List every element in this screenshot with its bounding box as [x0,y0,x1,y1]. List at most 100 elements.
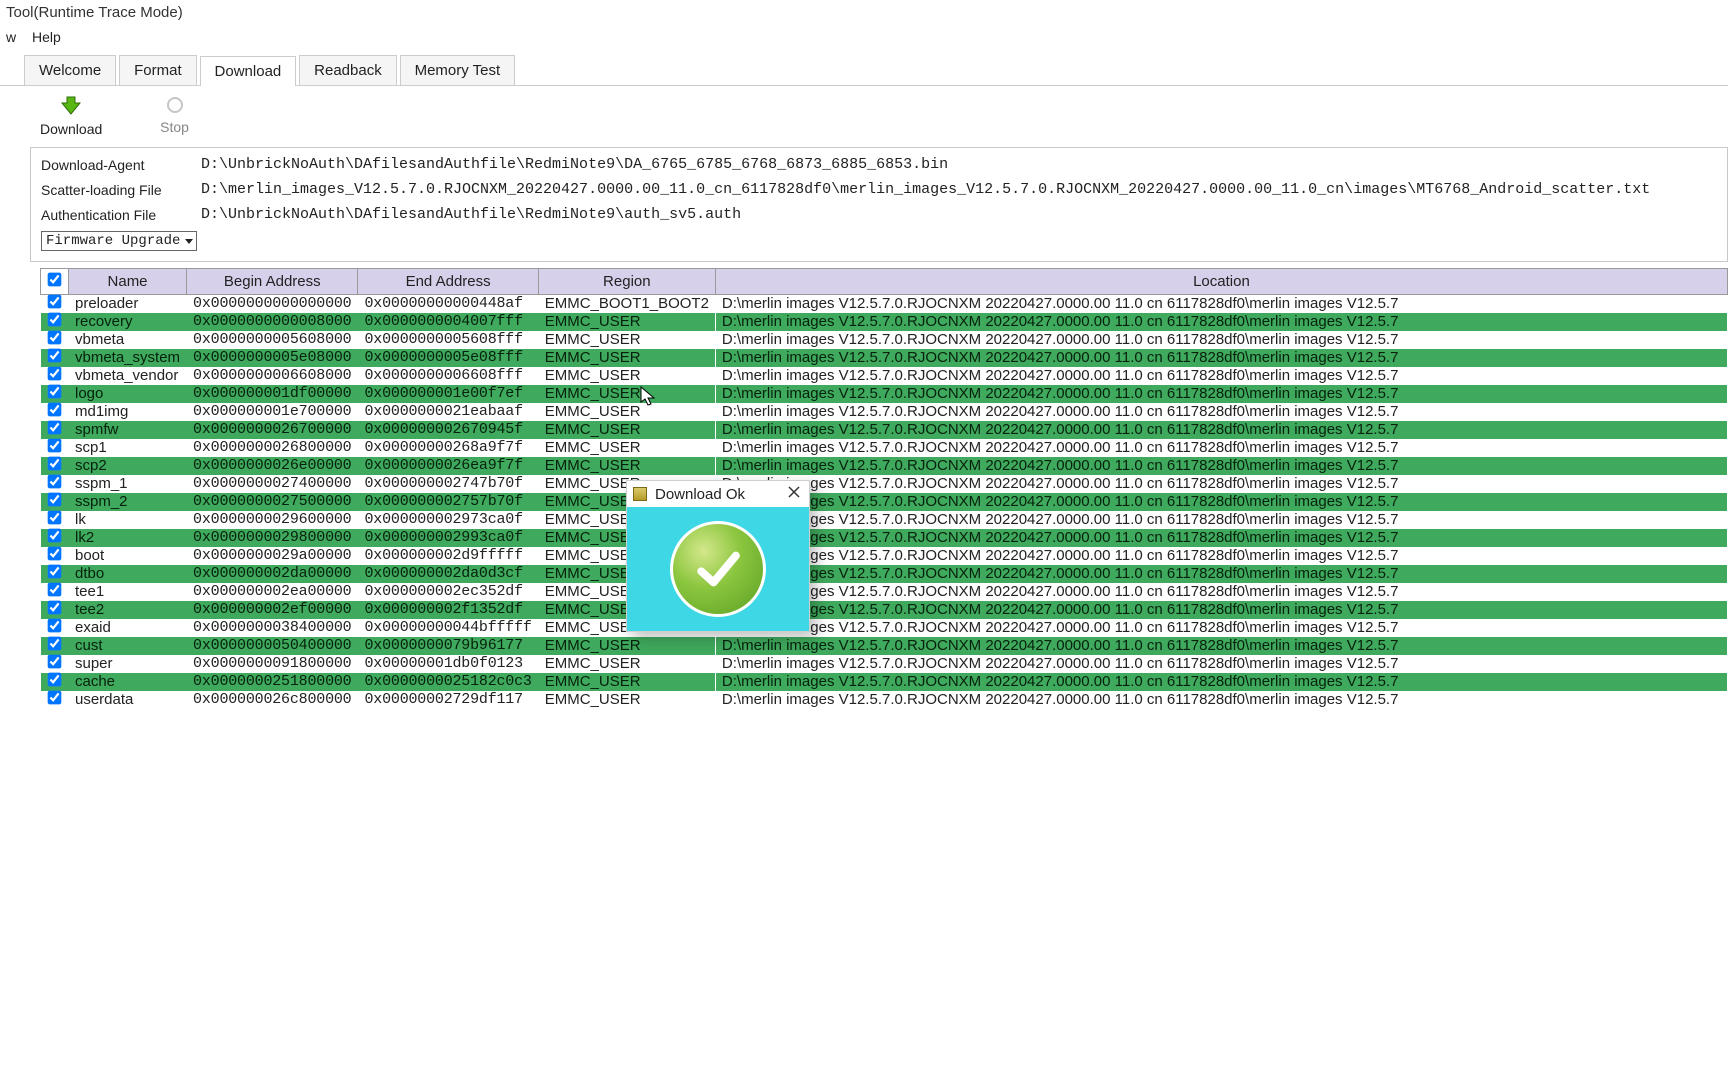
cell-location: D:\merlin images V12.5.7.0.RJOCNXM 20220… [715,691,1727,709]
table-row[interactable]: logo0x000000001df000000x000000001e00f7ef… [41,385,1728,403]
table-row[interactable]: spmfw0x00000000267000000x000000002670945… [41,421,1728,439]
col-location[interactable]: Location [715,269,1727,295]
row-checkbox[interactable] [41,637,69,655]
table-row[interactable]: tee20x000000002ef000000x000000002f1352df… [41,601,1728,619]
row-checkbox[interactable] [41,331,69,349]
cell-begin: 0x000000002ef00000 [187,601,358,619]
table-row[interactable]: vbmeta_vendor0x00000000066080000x0000000… [41,367,1728,385]
cell-end: 0x0000000079b96177 [358,637,538,655]
menu-item-help[interactable]: Help [32,29,61,45]
cell-name: sspm_2 [69,493,187,511]
row-checkbox[interactable] [41,565,69,583]
cell-location: D:\merlin images V12.5.7.0.RJOCNXM 20220… [715,349,1727,367]
table-row[interactable]: cache0x00000002518000000x0000000025182c0… [41,673,1728,691]
row-checkbox[interactable] [41,583,69,601]
row-checkbox[interactable] [41,655,69,673]
stop-button: Stop [160,96,189,135]
row-checkbox[interactable] [41,295,69,314]
cell-begin: 0x0000000000008000 [187,313,358,331]
table-row[interactable]: recovery0x00000000000080000x000000000400… [41,313,1728,331]
table-row[interactable]: vbmeta0x00000000056080000x0000000005608f… [41,331,1728,349]
scatter-file-value[interactable]: D:\merlin_images_V12.5.7.0.RJOCNXM_20220… [197,181,1717,198]
row-checkbox[interactable] [41,511,69,529]
row-checkbox[interactable] [41,385,69,403]
table-row[interactable]: lk0x00000000296000000x000000002973ca0fEM… [41,511,1728,529]
col-begin[interactable]: Begin Address [187,269,358,295]
dialog-body [627,507,809,631]
cell-location: D:\merlin images V12.5.7.0.RJOCNXM 20220… [715,385,1727,403]
table-row[interactable]: scp20x0000000026e000000x0000000026ea9f7f… [41,457,1728,475]
cell-region: EMMC_USER [538,655,715,673]
table-row[interactable]: exaid0x00000000384000000x00000000044bfff… [41,619,1728,637]
header-checkbox[interactable] [41,269,69,295]
cell-name: lk [69,511,187,529]
row-checkbox[interactable] [41,349,69,367]
tab-download[interactable]: Download [200,56,297,86]
row-checkbox[interactable] [41,403,69,421]
cell-location: D:\merlin images V12.5.7.0.RJOCNXM 20220… [715,673,1727,691]
dialog-app-icon [633,487,647,501]
table-row[interactable]: md1img0x000000001e7000000x0000000021eaba… [41,403,1728,421]
cell-region: EMMC_USER [538,457,715,475]
row-checkbox[interactable] [41,601,69,619]
row-checkbox[interactable] [41,673,69,691]
cell-end: 0x000000002f1352df [358,601,538,619]
cell-name: boot [69,547,187,565]
cell-location: D:\merlin images V12.5.7.0.RJOCNXM 20220… [715,547,1727,565]
cell-end: 0x000000002747b70f [358,475,538,493]
table-row[interactable]: preloader0x00000000000000000x00000000000… [41,295,1728,314]
col-end[interactable]: End Address [358,269,538,295]
col-region[interactable]: Region [538,269,715,295]
row-checkbox[interactable] [41,493,69,511]
mode-select[interactable]: Firmware Upgrade [41,231,197,251]
table-row[interactable]: boot0x0000000029a000000x000000002d9fffff… [41,547,1728,565]
row-checkbox[interactable] [41,619,69,637]
cell-name: md1img [69,403,187,421]
tab-format[interactable]: Format [119,55,197,85]
tab-memory-test[interactable]: Memory Test [400,55,516,85]
dialog-close-button[interactable] [785,485,803,503]
row-checkbox[interactable] [41,475,69,493]
dialog-title: Download Ok [655,486,785,503]
row-checkbox[interactable] [41,547,69,565]
menu-item-window[interactable]: w [6,29,16,45]
row-checkbox[interactable] [41,313,69,331]
table-row[interactable]: cust0x00000000504000000x0000000079b96177… [41,637,1728,655]
table-row[interactable]: tee10x000000002ea000000x000000002ec352df… [41,583,1728,601]
table-row[interactable]: sspm_10x00000000274000000x000000002747b7… [41,475,1728,493]
row-checkbox[interactable] [41,367,69,385]
download-agent-value[interactable]: D:\UnbrickNoAuth\DAfilesandAuthfile\Redm… [197,156,1717,173]
table-row[interactable]: super0x00000000918000000x00000001db0f012… [41,655,1728,673]
table-row[interactable]: scp10x00000000268000000x00000000268a9f7f… [41,439,1728,457]
col-name[interactable]: Name [69,269,187,295]
window-title: Tool(Runtime Trace Mode) [0,0,1728,25]
cell-end: 0x00000000044bfffff [358,619,538,637]
row-checkbox[interactable] [41,691,69,709]
table-row[interactable]: lk20x00000000298000000x000000002993ca0fE… [41,529,1728,547]
cell-begin: 0x0000000027500000 [187,493,358,511]
row-checkbox[interactable] [41,457,69,475]
cell-end: 0x00000002729df117 [358,691,538,709]
cell-name: lk2 [69,529,187,547]
tab-welcome[interactable]: Welcome [24,55,116,85]
tab-readback[interactable]: Readback [299,55,397,85]
table-row[interactable]: userdata0x000000026c8000000x00000002729d… [41,691,1728,709]
cell-location: D:\merlin images V12.5.7.0.RJOCNXM 20220… [715,601,1727,619]
close-icon [788,486,800,498]
cell-location: D:\merlin images V12.5.7.0.RJOCNXM 20220… [715,331,1727,349]
cell-end: 0x000000002973ca0f [358,511,538,529]
row-checkbox[interactable] [41,421,69,439]
menu-bar: w Help [0,25,1728,49]
table-row[interactable]: dtbo0x000000002da000000x000000002da0d3cf… [41,565,1728,583]
stop-button-label: Stop [160,119,189,135]
row-checkbox[interactable] [41,529,69,547]
cell-region: EMMC_USER [538,637,715,655]
cell-name: super [69,655,187,673]
table-row[interactable]: vbmeta_system0x0000000005e080000x0000000… [41,349,1728,367]
cell-name: userdata [69,691,187,709]
auth-file-value[interactable]: D:\UnbrickNoAuth\DAfilesandAuthfile\Redm… [197,206,1717,223]
row-checkbox[interactable] [41,439,69,457]
table-row[interactable]: sspm_20x00000000275000000x000000002757b7… [41,493,1728,511]
cell-location: D:\merlin images V12.5.7.0.RJOCNXM 20220… [715,439,1727,457]
download-button[interactable]: Download [40,96,102,137]
